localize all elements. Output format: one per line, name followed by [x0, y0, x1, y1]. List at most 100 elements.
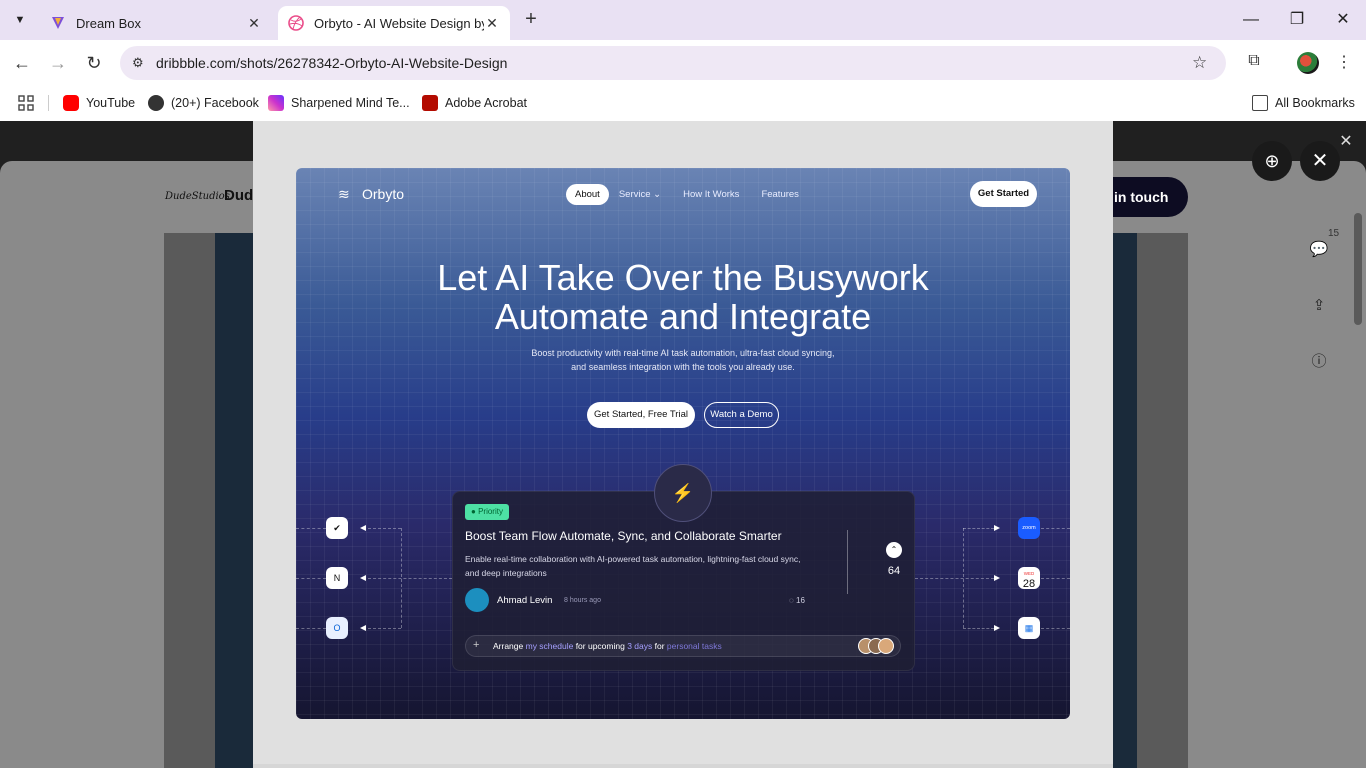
- connector-line: [963, 528, 964, 628]
- arrow-left-icon: [360, 625, 366, 631]
- close-tab-icon[interactable]: ✕: [484, 15, 500, 32]
- shot-nav: About Service ⌄ How It Works Features: [566, 184, 821, 205]
- browser-chrome: ▼ Dream Box ✕ Orbyto - AI Website Design…: [0, 0, 1366, 121]
- ai-prompt-input: + Arrange my schedule for upcoming 3 day…: [465, 635, 901, 657]
- plus-icon: +: [473, 639, 480, 651]
- bookmarks-bar: YouTube (20+) Facebook Sharpened Mind Te…: [0, 85, 1366, 121]
- designer-name: Dud: [224, 187, 254, 204]
- tab-dream-box[interactable]: Dream Box ✕: [40, 6, 272, 40]
- connector-line: [368, 578, 452, 579]
- bookmark-label: YouTube: [86, 96, 136, 110]
- connector-line: [1041, 628, 1070, 629]
- tab-search-chevron-icon[interactable]: ▼: [10, 10, 30, 30]
- shot-headline: Let AI Take Over the Busywork Automate a…: [296, 258, 1070, 336]
- nav-features: Features: [761, 189, 799, 200]
- instagram-icon: [268, 95, 284, 111]
- url-text[interactable]: dribbble.com/shots/26278342-Orbyto-AI-We…: [156, 55, 1192, 71]
- card-divider: [847, 530, 848, 594]
- bookmark-label: (20+) Facebook: [171, 96, 259, 110]
- connector-line: [368, 528, 401, 529]
- minimize-icon[interactable]: —: [1239, 8, 1263, 32]
- apps-grid-icon[interactable]: [18, 92, 34, 114]
- tab-title: Dream Box: [76, 15, 142, 31]
- address-bar[interactable]: ⚙ dribbble.com/shots/26278342-Orbyto-AI-…: [120, 46, 1226, 80]
- acrobat-icon: [422, 95, 438, 111]
- bookmark-facebook[interactable]: (20+) Facebook: [148, 92, 259, 114]
- chevron-down-icon: ⌄: [653, 189, 662, 200]
- reload-icon[interactable]: ↻: [82, 51, 106, 75]
- zoom-app-icon: zoom: [1018, 517, 1040, 539]
- new-tab-plus-icon[interactable]: +: [520, 9, 542, 31]
- site-info-icon[interactable]: ⚙: [132, 55, 148, 71]
- bookmark-sharpened-mind[interactable]: Sharpened Mind Te...: [268, 92, 410, 114]
- connector-line: [1041, 578, 1070, 579]
- connector-line: [963, 528, 994, 529]
- all-bookmarks[interactable]: All Bookmarks: [1252, 92, 1355, 114]
- restore-icon[interactable]: ❐: [1285, 8, 1309, 32]
- back-arrow-icon[interactable]: ←: [10, 51, 34, 75]
- dismiss-icon[interactable]: ✕: [1337, 131, 1355, 150]
- prompt-highlight: personal tasks: [666, 641, 722, 651]
- close-tab-icon[interactable]: ✕: [246, 15, 262, 32]
- nav-how-it-works: How It Works: [683, 189, 740, 200]
- connector-line: [296, 578, 326, 579]
- scrollbar[interactable]: [1354, 213, 1362, 325]
- bookmark-label: Adobe Acrobat: [445, 96, 528, 110]
- tab-strip: ▼ Dream Box ✕ Orbyto - AI Website Design…: [0, 0, 1366, 40]
- tab-orbyto[interactable]: Orbyto - AI Website Design by ✕: [278, 6, 510, 40]
- arrow-right-icon: [994, 525, 1000, 531]
- post-time: 8 hours ago: [564, 597, 601, 604]
- window-close-icon[interactable]: ✕: [1331, 8, 1355, 32]
- connector-line: [368, 628, 401, 629]
- comment-count: 15: [1328, 228, 1340, 239]
- bookmark-star-icon[interactable]: ☆: [1192, 53, 1212, 73]
- author-name: Ahmad Levin: [497, 595, 553, 606]
- shot-free-trial-button: Get Started, Free Trial: [587, 402, 695, 428]
- comment-bubble-icon: ◌: [789, 596, 794, 605]
- lightning-bolt-icon: ⚡: [654, 464, 712, 522]
- prompt-highlight: my schedule: [525, 641, 574, 651]
- headline-line-2: Automate and Integrate: [494, 296, 872, 337]
- zoom-in-icon[interactable]: ⊕: [1252, 141, 1292, 181]
- bookmark-label: Sharpened Mind Te...: [291, 96, 410, 110]
- nav-about: About: [566, 184, 609, 205]
- headline-line-1: Let AI Take Over the Busywork: [437, 257, 929, 298]
- card-description: Enable real-time collaboration with AI-p…: [465, 554, 801, 578]
- google-calendar-icon: ▦: [1018, 617, 1040, 639]
- prompt-text: Arrange my schedule for upcoming 3 days …: [493, 641, 722, 651]
- avatar: [465, 588, 489, 612]
- all-bookmarks-label: All Bookmarks: [1275, 96, 1355, 110]
- notion-app-icon: N: [326, 567, 348, 589]
- orbyto-shot-image[interactable]: ≋ Orbyto About Service ⌄ How It Works Fe…: [296, 168, 1070, 719]
- bookmark-adobe-acrobat[interactable]: Adobe Acrobat: [422, 92, 527, 114]
- logo-text: Orbyto: [362, 186, 405, 202]
- info-icon[interactable]: ⓘ: [1307, 350, 1331, 374]
- close-lightbox-icon[interactable]: ✕: [1300, 141, 1340, 181]
- connector-line: [915, 578, 994, 579]
- prompt-part: Arrange: [493, 641, 526, 651]
- youtube-icon: [63, 95, 79, 111]
- outlook-app-icon: O: [326, 617, 348, 639]
- menu-kebab-icon[interactable]: ⋮: [1333, 52, 1355, 74]
- tab-title: Orbyto - AI Website Design by: [314, 15, 484, 31]
- dream-box-favicon-icon: [52, 17, 64, 29]
- extensions-puzzle-icon[interactable]: ⧉: [1243, 52, 1265, 74]
- get-in-touch-button[interactable]: in touch: [1106, 177, 1188, 217]
- comment-icon[interactable]: 💬: [1307, 238, 1331, 262]
- shot-get-started-button: Get Started: [970, 181, 1037, 207]
- vote-count: 64: [887, 565, 901, 577]
- arrow-right-icon: [994, 625, 1000, 631]
- calendar-app-icon: WED 28: [1018, 567, 1040, 590]
- calendar-day: 28: [1022, 578, 1036, 590]
- share-icon[interactable]: ⇪: [1307, 294, 1331, 318]
- forward-arrow-icon[interactable]: →: [46, 51, 70, 75]
- shot-watch-demo-button: Watch a Demo: [704, 402, 779, 428]
- browser-toolbar: ← → ↻ ⚙ dribbble.com/shots/26278342-Orby…: [0, 40, 1366, 85]
- todo-app-icon: ✔: [326, 517, 348, 539]
- connector-line: [1041, 528, 1070, 529]
- profile-avatar[interactable]: [1297, 52, 1319, 74]
- priority-badge: ● Priority: [465, 504, 509, 520]
- bookmark-youtube[interactable]: YouTube: [63, 92, 135, 114]
- dribbble-favicon-icon: [288, 15, 304, 31]
- connector-line: [296, 528, 326, 529]
